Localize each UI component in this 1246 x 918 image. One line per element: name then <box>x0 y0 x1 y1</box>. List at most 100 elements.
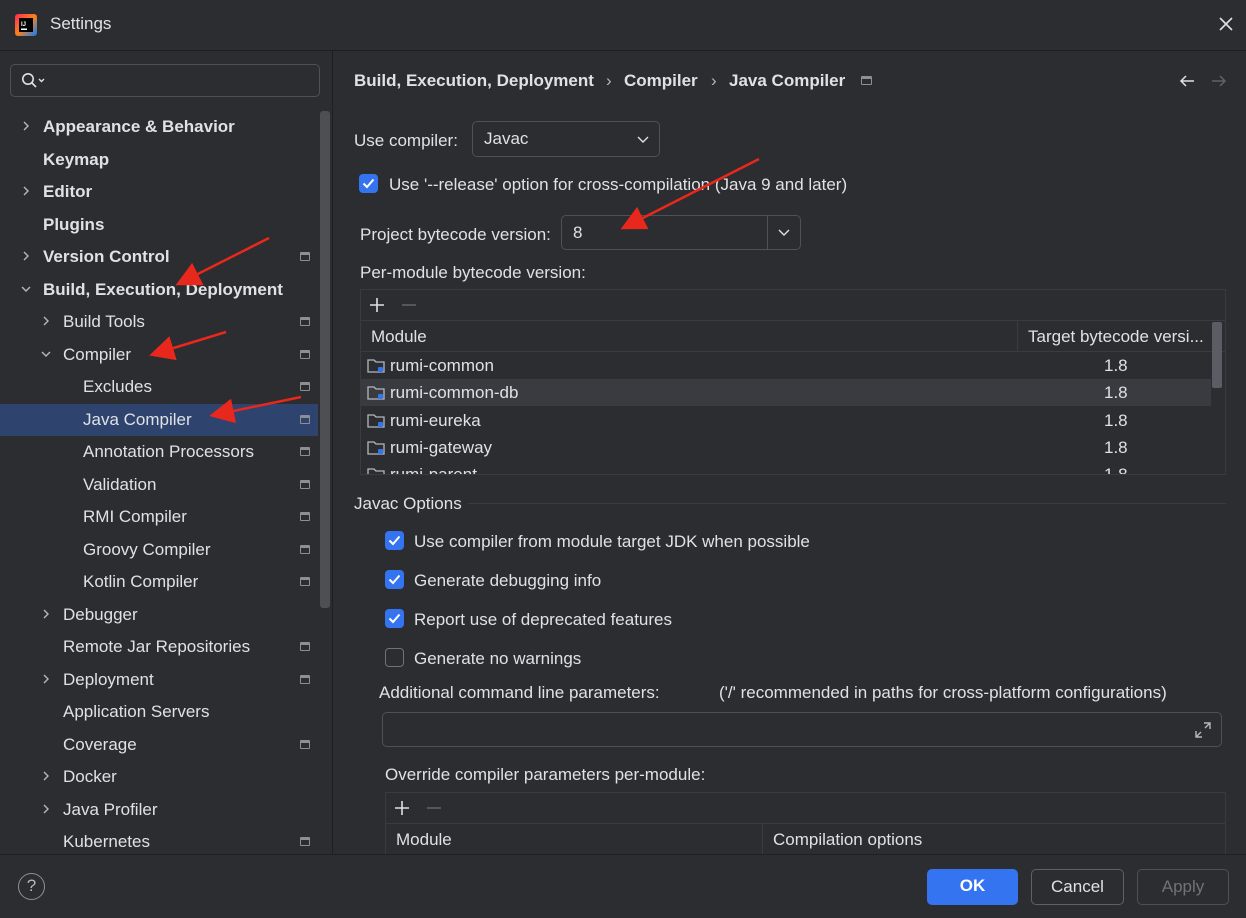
use-compiler-value: Javac <box>484 129 529 148</box>
remove-icon[interactable] <box>401 297 417 313</box>
javac-option-checkbox[interactable] <box>385 648 404 667</box>
project-bytecode-combo[interactable]: 8 <box>561 215 801 250</box>
chevron-right-icon[interactable] <box>40 673 52 685</box>
tree-item-label: Application Servers <box>63 702 210 721</box>
tree-item-annotation-processors[interactable]: Annotation Processors <box>0 436 318 468</box>
tree-item-version-control[interactable]: Version Control <box>0 241 318 273</box>
ok-button[interactable]: OK <box>927 869 1018 905</box>
additional-params-input[interactable] <box>382 712 1222 747</box>
tree-item-build-execution-deployment[interactable]: Build, Execution, Deployment <box>0 274 318 306</box>
use-compiler-dropdown[interactable]: Javac <box>472 121 660 157</box>
tree-item-java-compiler[interactable]: Java Compiler <box>0 403 318 436</box>
tree-item-excludes[interactable]: Excludes <box>0 371 318 403</box>
tree-item-label: Appearance & Behavior <box>43 117 235 136</box>
tree-item-label: Java Profiler <box>63 799 158 819</box>
tree-item-remote-jar-repositories[interactable]: Remote Jar Repositories <box>0 631 318 663</box>
chevron-right-icon[interactable] <box>40 770 52 782</box>
pin-icon <box>300 349 310 359</box>
add-icon[interactable] <box>369 297 385 313</box>
tree-item-appearance-behavior[interactable]: Appearance & Behavior <box>0 111 318 143</box>
tree-item-java-profiler[interactable]: Java Profiler <box>0 794 318 826</box>
tree-item-debugger[interactable]: Debugger <box>0 599 318 631</box>
help-button[interactable]: ? <box>18 873 45 900</box>
tree-item-keymap[interactable]: Keymap <box>0 144 318 176</box>
tree-item-label: Keymap <box>43 149 110 169</box>
tree-item-validation[interactable]: Validation <box>0 469 318 501</box>
table-row[interactable]: rumi-parent 1.8 <box>361 461 1211 474</box>
tree-item-label: Coverage <box>63 734 137 754</box>
close-icon[interactable] <box>1214 12 1238 36</box>
pin-icon <box>300 544 310 554</box>
pin-icon <box>300 512 310 521</box>
tree-item-rmi-compiler[interactable]: RMI Compiler <box>0 501 318 533</box>
breadcrumb-item[interactable]: Compiler <box>624 71 698 91</box>
tree-item-kotlin-compiler[interactable]: Kotlin Compiler <box>0 566 318 598</box>
chevron-right-icon[interactable] <box>40 608 52 620</box>
module-version[interactable]: 1.8 <box>1104 438 1128 458</box>
pin-icon <box>300 382 310 391</box>
column-header-compilation-options[interactable]: Compilation options <box>773 830 922 850</box>
tree-item-docker[interactable]: Docker <box>0 761 318 793</box>
apply-button[interactable]: Apply <box>1137 869 1229 905</box>
javac-option-label[interactable]: Report use of deprecated features <box>414 610 672 630</box>
release-option-checkbox[interactable] <box>359 174 378 193</box>
chevron-right-icon[interactable] <box>20 120 32 132</box>
cancel-button[interactable]: Cancel <box>1031 869 1124 905</box>
tree-item-label: Version Control <box>43 247 170 266</box>
tree-item-editor[interactable]: Editor <box>0 176 318 208</box>
javac-option-checkbox[interactable] <box>385 531 404 550</box>
release-option-label[interactable]: Use '--release' option for cross-compila… <box>389 175 847 195</box>
module-version[interactable]: 1.8 <box>1104 465 1128 474</box>
tree-item-application-servers[interactable]: Application Servers <box>0 696 318 728</box>
tree-item-deployment[interactable]: Deployment <box>0 664 318 696</box>
table-row[interactable]: rumi-eureka 1.8 <box>361 407 1211 434</box>
pin-icon[interactable] <box>861 76 872 85</box>
chevron-right-icon[interactable] <box>40 315 52 327</box>
tree-item-label: Groovy Compiler <box>83 539 211 559</box>
table-header: Module Compilation options <box>386 824 1225 854</box>
tree-item-compiler[interactable]: Compiler <box>0 339 318 371</box>
module-name: rumi-common-db <box>390 383 519 403</box>
tree-item-build-tools[interactable]: Build Tools <box>0 306 318 338</box>
column-header-module[interactable]: Module <box>396 830 452 850</box>
pin-icon <box>300 414 310 424</box>
expand-icon[interactable] <box>1194 721 1212 739</box>
tree-item-groovy-compiler[interactable]: Groovy Compiler <box>0 534 318 566</box>
chevron-right-icon[interactable] <box>20 250 32 262</box>
pin-icon <box>300 479 310 489</box>
module-version[interactable]: 1.8 <box>1104 411 1128 431</box>
tree-item-coverage[interactable]: Coverage <box>0 729 318 761</box>
tree-item-label: Build, Execution, Deployment <box>43 279 283 299</box>
table-row[interactable]: rumi-common-db 1.8 <box>361 379 1211 407</box>
tree-item-kubernetes[interactable]: Kubernetes <box>0 826 318 854</box>
add-icon[interactable] <box>394 800 410 816</box>
javac-option-label[interactable]: Generate debugging info <box>414 571 601 591</box>
javac-option-checkbox[interactable] <box>385 609 404 628</box>
chevron-down-icon[interactable] <box>20 283 32 295</box>
column-header-target-version[interactable]: Target bytecode versi... <box>1028 327 1204 347</box>
search-input[interactable] <box>10 64 320 97</box>
table-scrollbar[interactable] <box>1212 322 1222 388</box>
remove-icon[interactable] <box>426 800 442 816</box>
module-version[interactable]: 1.8 <box>1104 356 1128 376</box>
arrow-right-icon[interactable] <box>1210 73 1228 94</box>
arrow-left-icon[interactable] <box>1178 73 1196 94</box>
tree-item-plugins[interactable]: Plugins <box>0 209 318 241</box>
javac-option-label[interactable]: Use compiler from module target JDK when… <box>414 532 810 552</box>
chevron-right-icon[interactable] <box>20 185 32 197</box>
sidebar-scrollbar[interactable] <box>320 111 330 608</box>
javac-option-checkbox[interactable] <box>385 570 404 589</box>
module-version[interactable]: 1.8 <box>1104 383 1128 403</box>
chevron-down-icon[interactable] <box>778 228 790 238</box>
javac-option-label[interactable]: Generate no warnings <box>414 649 581 669</box>
per-module-table: Module Target bytecode versi... rumi-com… <box>360 289 1226 475</box>
project-bytecode-label: Project bytecode version: <box>360 225 551 244</box>
table-row[interactable]: rumi-gateway 1.8 <box>361 434 1211 461</box>
table-row[interactable]: rumi-common 1.8 <box>361 352 1211 379</box>
breadcrumb-item[interactable]: Build, Execution, Deployment <box>354 71 594 91</box>
column-header-module[interactable]: Module <box>371 327 427 347</box>
chevron-right-icon[interactable] <box>40 803 52 815</box>
chevron-down-icon[interactable] <box>40 348 52 360</box>
breadcrumb-separator: › <box>711 71 717 90</box>
search-icon <box>22 73 45 88</box>
